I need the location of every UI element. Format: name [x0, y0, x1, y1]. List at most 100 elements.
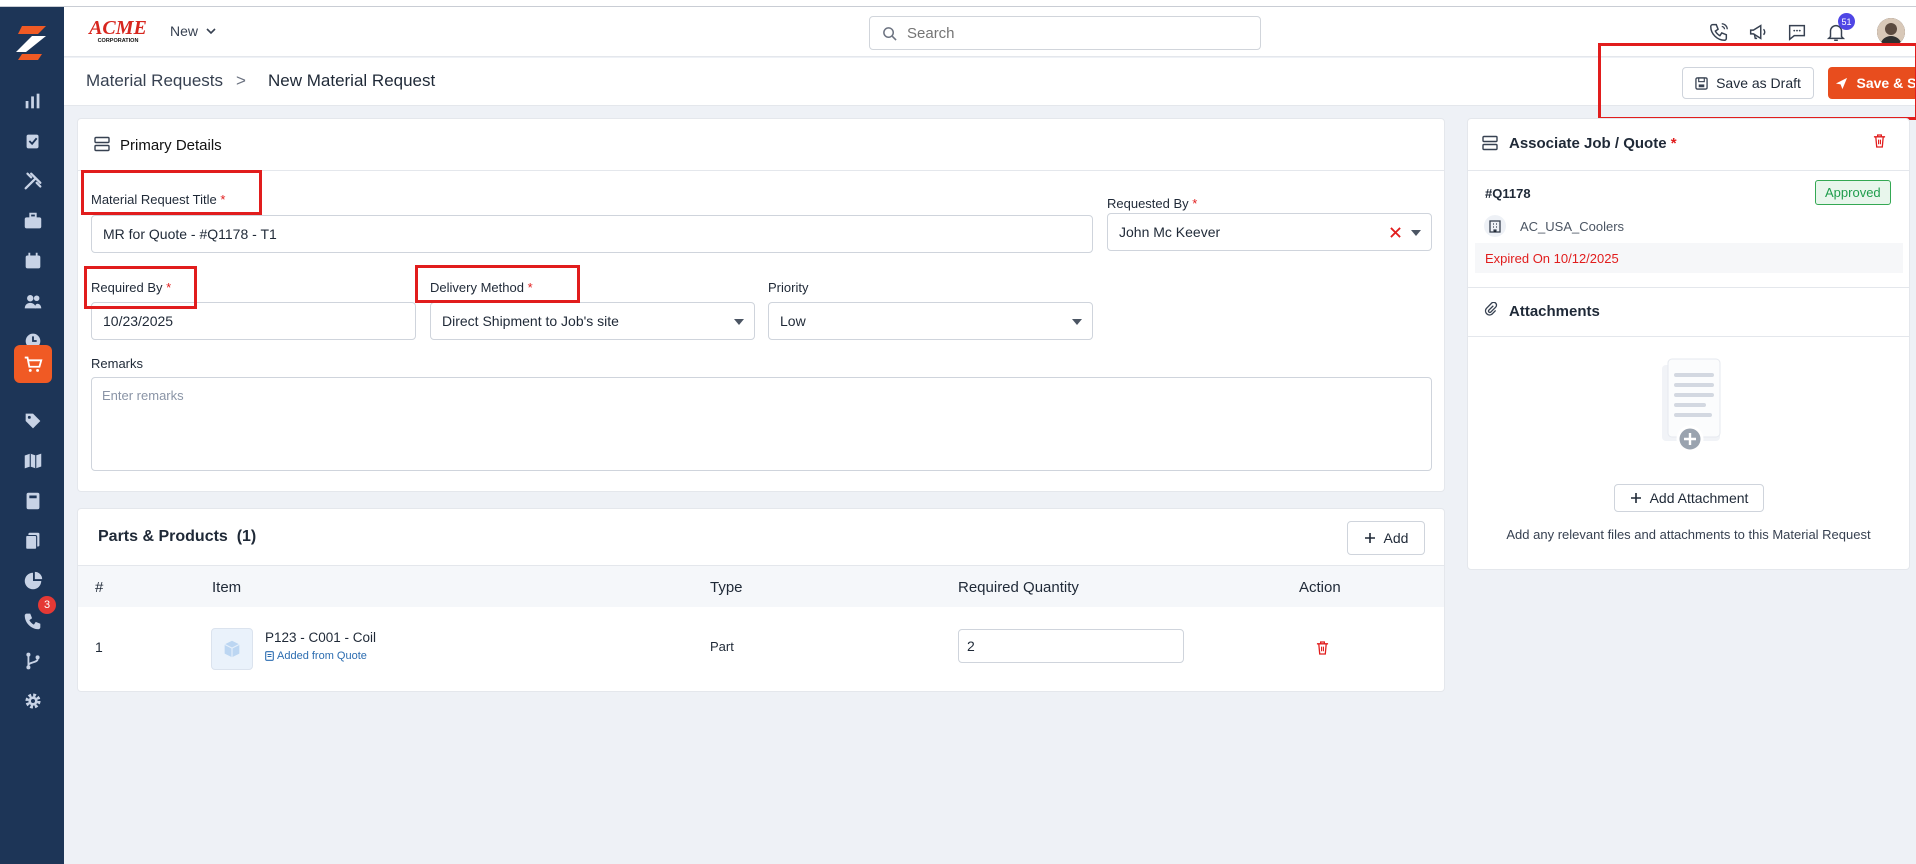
part-source: Added from Quote — [265, 650, 367, 662]
part-type: Part — [710, 639, 734, 654]
associate-title: Associate Job / Quote * — [1509, 135, 1677, 152]
sidebar-item-reports[interactable] — [14, 82, 52, 120]
calendar-icon — [25, 252, 41, 269]
quantity-input[interactable]: 2 — [958, 629, 1184, 663]
sidebar-item-pricebook[interactable] — [14, 402, 52, 440]
column-header-action: Action — [1299, 579, 1341, 596]
documents-icon — [25, 532, 40, 550]
parts-products-card: Parts & Products (1) Add # Item Type Req… — [77, 508, 1445, 692]
briefcase-icon — [24, 212, 42, 229]
map-icon — [24, 453, 42, 469]
list-icon — [94, 136, 110, 152]
remarks-label: Remarks — [91, 356, 144, 371]
card-divider — [1468, 170, 1909, 171]
add-part-button[interactable]: Add — [1347, 521, 1425, 555]
primary-details-title: Primary Details — [120, 137, 222, 154]
status-badge: Approved — [1815, 180, 1891, 205]
cart-icon — [24, 356, 43, 372]
company-name[interactable]: AC_USA_Coolers — [1520, 219, 1624, 234]
cube-icon — [224, 640, 240, 658]
chevron-down-icon — [206, 27, 216, 34]
parts-products-title: Parts & Products (1) — [98, 528, 257, 545]
sidebar-item-service[interactable] — [14, 162, 52, 200]
sidebar-item-material-requests[interactable] — [14, 345, 52, 383]
dropdown-caret-icon — [1072, 319, 1082, 325]
svg-text:ACME: ACME — [87, 17, 147, 39]
sidebar-item-customers[interactable] — [14, 282, 52, 320]
card-divider — [1468, 336, 1909, 337]
app-logo[interactable] — [12, 22, 52, 62]
company-icon-wrap — [1484, 215, 1506, 237]
new-menu[interactable]: New — [170, 23, 216, 39]
user-avatar[interactable] — [1877, 18, 1905, 46]
expiry-text: Expired On 10/12/2025 — [1485, 251, 1619, 266]
title-input-value: MR for Quote - #Q1178 - T1 — [103, 226, 277, 242]
window-top-edge — [0, 0, 1916, 7]
column-header-type: Type — [710, 579, 743, 596]
highlight-box-delivery — [415, 265, 580, 303]
required-by-value: 10/23/2025 — [103, 313, 174, 329]
bar-chart-icon — [25, 93, 40, 109]
part-name[interactable]: P123 - C001 - Coil — [265, 630, 376, 645]
sidebar-item-map[interactable] — [14, 442, 52, 480]
search-box[interactable] — [869, 16, 1261, 50]
gear-icon — [25, 693, 41, 709]
new-menu-label: New — [170, 23, 199, 39]
tag-icon — [25, 413, 41, 429]
requested-by-value: John Mc Keever — [1119, 224, 1221, 240]
requested-by-select[interactable]: John Mc Keever — [1107, 213, 1432, 251]
priority-select[interactable]: Low — [768, 302, 1093, 340]
row-index: 1 — [95, 639, 103, 655]
tools-icon — [24, 172, 42, 190]
sidebar-item-settings[interactable] — [14, 682, 52, 720]
phone-call-button[interactable] — [1706, 19, 1732, 45]
title-input[interactable]: MR for Quote - #Q1178 - T1 — [91, 215, 1093, 253]
expiry-row: Expired On 10/12/2025 — [1475, 243, 1903, 273]
primary-details-card: Primary Details Material Request Title *… — [77, 118, 1445, 492]
calls-badge: 3 — [38, 596, 56, 614]
quote-id[interactable]: #Q1178 — [1485, 186, 1531, 201]
column-header-index: # — [95, 579, 104, 596]
remarks-placeholder: Enter remarks — [102, 388, 184, 403]
pie-chart-icon — [24, 571, 43, 590]
workflow-icon — [26, 652, 40, 670]
svg-text:CORPORATION: CORPORATION — [98, 38, 139, 44]
quantity-value: 2 — [967, 638, 975, 654]
sidebar-item-estimates[interactable] — [14, 482, 52, 520]
plus-icon — [1364, 533, 1375, 543]
search-icon — [883, 26, 897, 41]
notification-count-badge: 51 — [1838, 13, 1855, 30]
remarks-textarea[interactable]: Enter remarks — [91, 377, 1432, 471]
clear-icon[interactable] — [1390, 227, 1401, 238]
messages-button[interactable] — [1784, 19, 1810, 45]
requested-by-label: Requested By * — [1107, 196, 1198, 211]
add-attachment-label: Add Attachment — [1649, 490, 1749, 506]
priority-label: Priority — [768, 280, 809, 295]
sidebar-item-calls[interactable]: 3 — [14, 596, 56, 640]
add-attachment-button[interactable]: Add Attachment — [1614, 484, 1764, 512]
sidebar-item-jobs[interactable] — [14, 202, 52, 240]
dropdown-caret-icon — [1411, 230, 1421, 236]
paperclip-icon — [1484, 302, 1498, 316]
highlight-box-actions — [1598, 43, 1916, 120]
delivery-method-select[interactable]: Direct Shipment to Job's site — [430, 302, 755, 340]
breadcrumb-material-requests[interactable]: Material Requests — [86, 71, 223, 91]
highlight-box-required-by — [84, 266, 197, 309]
acme-logo[interactable]: ACME CORPORATION — [86, 16, 150, 44]
dropdown-caret-icon — [734, 319, 744, 325]
notifications-button[interactable]: 51 — [1823, 13, 1855, 45]
trash-icon[interactable] — [1873, 134, 1886, 148]
breadcrumb-separator: > — [236, 71, 246, 90]
sidebar-item-tasks[interactable] — [14, 122, 52, 160]
trash-icon[interactable] — [1316, 641, 1329, 655]
sidebar-item-calendar[interactable] — [14, 242, 52, 280]
search-input[interactable] — [907, 24, 1227, 42]
card-divider — [78, 170, 1444, 171]
clipboard-check-icon — [26, 134, 39, 149]
sidebar-item-analytics[interactable] — [14, 562, 52, 600]
announcements-button[interactable] — [1745, 19, 1771, 45]
megaphone-icon — [1749, 24, 1766, 40]
sidebar-item-documents[interactable] — [14, 522, 52, 560]
associate-panel: Associate Job / Quote * #Q1178 Approved … — [1467, 118, 1910, 570]
sidebar-item-workflows[interactable] — [14, 642, 52, 680]
